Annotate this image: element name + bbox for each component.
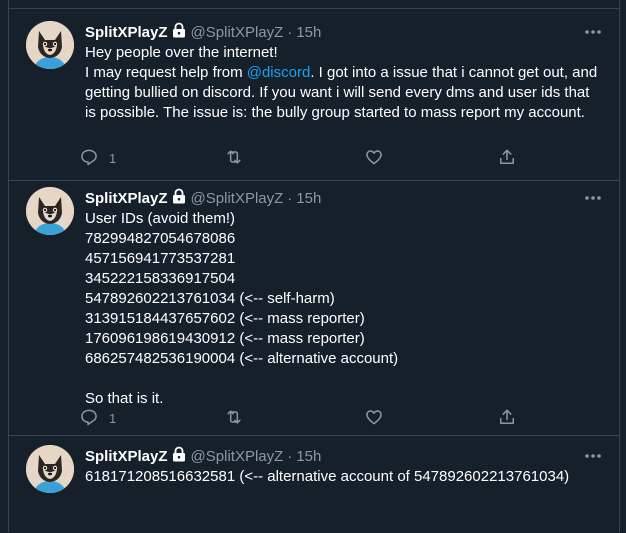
tweet-header: SplitXPlayZ @SplitXPlayZ · 15h (85, 188, 321, 208)
like-button[interactable] (364, 406, 384, 430)
tweet-text: Hey people over the internet! I may requ… (85, 43, 599, 123)
more-icon[interactable] (583, 25, 603, 39)
tweet-text-line: User IDs (avoid them!) (85, 210, 236, 227)
tweet-actions: 1 (79, 406, 559, 430)
lock-icon (172, 22, 186, 42)
retweet-button[interactable] (224, 146, 244, 170)
reply-button[interactable]: 1 (79, 406, 116, 430)
retweet-icon (224, 407, 244, 430)
reply-button[interactable]: 1 (79, 146, 116, 170)
reply-icon (79, 147, 99, 170)
avatar[interactable] (26, 21, 74, 69)
separator: · (287, 447, 293, 465)
reply-icon (79, 407, 99, 430)
timeline-column: SplitXPlayZ @SplitXPlayZ · 15h Hey peopl… (8, 0, 620, 532)
like-button[interactable] (364, 146, 384, 170)
like-icon (364, 147, 384, 170)
tweet-text-line (85, 369, 599, 389)
tweet-text-line: 457156941773537281 (85, 250, 236, 267)
tweet[interactable]: SplitXPlayZ @SplitXPlayZ · 15h Hey peopl… (9, 13, 619, 180)
tweet-text-line: 176096198619430912 (<-- mass reporter) (85, 330, 365, 347)
tweet[interactable]: SplitXPlayZ @SplitXPlayZ · 15h 618171208… (9, 435, 619, 533)
tweet-text: 618171208516632581 (<-- alternative acco… (85, 467, 599, 487)
tweet-text-line: 618171208516632581 (<-- alternative acco… (85, 468, 570, 485)
tweet-actions: 1 (79, 146, 559, 170)
tweet-text-line: 345222158336917504 (85, 270, 236, 287)
mention-link[interactable]: @discord (247, 64, 311, 81)
tweet-text-line: 547892602213761034 (<-- self-harm) (85, 290, 335, 307)
share-button[interactable] (497, 406, 517, 430)
more-icon[interactable] (583, 191, 603, 205)
share-icon (497, 147, 517, 170)
timestamp[interactable]: 15h (296, 24, 321, 41)
lock-icon (172, 188, 186, 208)
display-name[interactable]: SplitXPlayZ (85, 448, 168, 465)
separator: · (287, 23, 293, 41)
tweet-text-line: 686257482536190004 (<-- alternative acco… (85, 350, 399, 367)
retweet-button[interactable] (224, 406, 244, 430)
separator: · (287, 189, 293, 207)
tweet-header: SplitXPlayZ @SplitXPlayZ · 15h (85, 22, 321, 42)
handle[interactable]: @SplitXPlayZ (191, 24, 284, 41)
reply-count: 1 (109, 150, 117, 166)
reply-count: 1 (109, 410, 117, 426)
tweet-text-line: Hey people over the internet! (85, 44, 278, 61)
tweet-text-line: 313915184437657602 (<-- mass reporter) (85, 310, 365, 327)
text-segment: I may request help from (85, 64, 247, 81)
retweet-icon (224, 147, 244, 170)
tweet-text: User IDs (avoid them!) 78299482705467808… (85, 209, 599, 409)
like-icon (364, 407, 384, 430)
avatar[interactable] (26, 445, 74, 493)
tweet-text-line: I may request help from @discord. I got … (85, 63, 599, 123)
handle[interactable]: @SplitXPlayZ (191, 448, 284, 465)
tweet[interactable]: SplitXPlayZ @SplitXPlayZ · 15h User IDs … (9, 180, 619, 436)
tweet-text-line: 782994827054678086 (85, 230, 236, 247)
share-icon (497, 407, 517, 430)
handle[interactable]: @SplitXPlayZ (191, 190, 284, 207)
display-name[interactable]: SplitXPlayZ (85, 190, 168, 207)
lock-icon (172, 446, 186, 466)
timestamp[interactable]: 15h (296, 190, 321, 207)
display-name[interactable]: SplitXPlayZ (85, 24, 168, 41)
divider (9, 8, 619, 9)
share-button[interactable] (497, 146, 517, 170)
avatar[interactable] (26, 187, 74, 235)
tweet-header: SplitXPlayZ @SplitXPlayZ · 15h (85, 446, 321, 466)
more-icon[interactable] (583, 449, 603, 463)
timestamp[interactable]: 15h (296, 448, 321, 465)
